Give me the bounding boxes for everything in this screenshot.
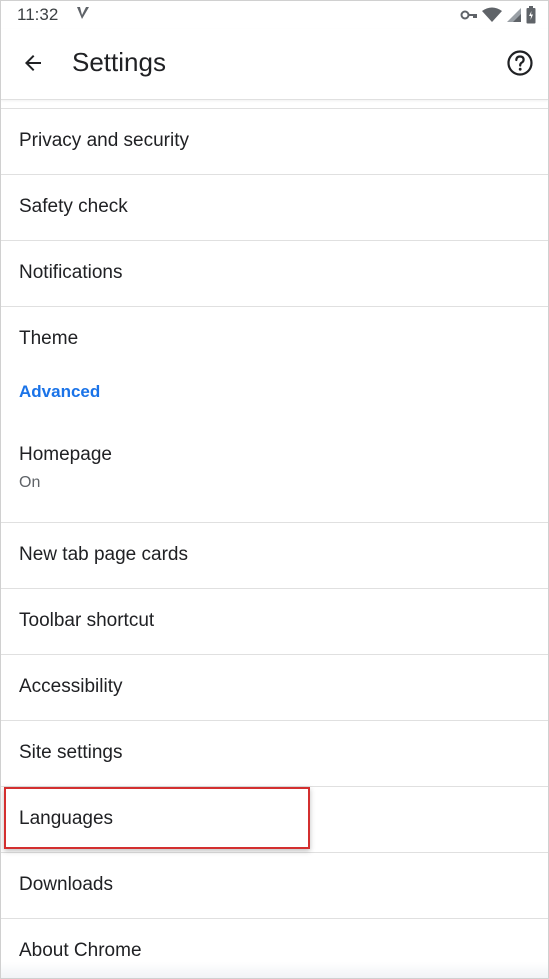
vpn-icon bbox=[75, 5, 91, 26]
battery-icon bbox=[526, 6, 536, 29]
homepage-item[interactable]: Homepage On bbox=[1, 422, 548, 523]
section-label: Advanced bbox=[19, 382, 101, 401]
page-title: Settings bbox=[72, 47, 166, 77]
wifi-icon bbox=[482, 7, 502, 28]
help-button[interactable] bbox=[504, 47, 536, 79]
downloads-item[interactable]: Downloads bbox=[1, 853, 548, 919]
item-label: Accessibility bbox=[19, 676, 123, 697]
app-bar: Settings bbox=[1, 29, 548, 100]
status-icons bbox=[460, 6, 536, 29]
status-time: 11:32 bbox=[17, 5, 59, 24]
item-label: Toolbar shortcut bbox=[19, 610, 155, 631]
safety-check-item[interactable]: Safety check bbox=[1, 175, 548, 241]
item-label: New tab page cards bbox=[19, 544, 188, 565]
theme-item[interactable]: Theme bbox=[1, 307, 548, 372]
arrow-left-icon bbox=[25, 55, 41, 71]
item-label: Homepage bbox=[19, 444, 112, 465]
highlight-box bbox=[4, 787, 310, 849]
help-icon bbox=[507, 50, 533, 76]
key-icon bbox=[460, 8, 478, 27]
item-label: Site settings bbox=[19, 742, 123, 763]
privacy-security-item[interactable]: Privacy and security bbox=[1, 109, 548, 175]
site-settings-item[interactable]: Site settings bbox=[1, 721, 548, 787]
signal-icon bbox=[506, 7, 522, 28]
item-label: Safety check bbox=[19, 196, 128, 217]
screen: 11:32 Settings Privacy and security Safe… bbox=[0, 0, 549, 979]
back-button[interactable] bbox=[15, 45, 51, 81]
item-summary: On bbox=[19, 474, 41, 491]
toolbar-shortcut-item[interactable]: Toolbar shortcut bbox=[1, 589, 548, 655]
advanced-section-header: Advanced bbox=[1, 372, 548, 422]
item-label: About Chrome bbox=[19, 940, 142, 961]
item-label: Privacy and security bbox=[19, 130, 190, 151]
item-label: Downloads bbox=[19, 874, 113, 895]
accessibility-item[interactable]: Accessibility bbox=[1, 655, 548, 721]
bottom-fade bbox=[1, 962, 548, 978]
item-label: Notifications bbox=[19, 262, 123, 283]
notifications-item[interactable]: Notifications bbox=[1, 241, 548, 307]
status-bar: 11:32 bbox=[1, 1, 548, 29]
item-label: Theme bbox=[19, 328, 79, 349]
new-tab-page-cards-item[interactable]: New tab page cards bbox=[1, 523, 548, 589]
